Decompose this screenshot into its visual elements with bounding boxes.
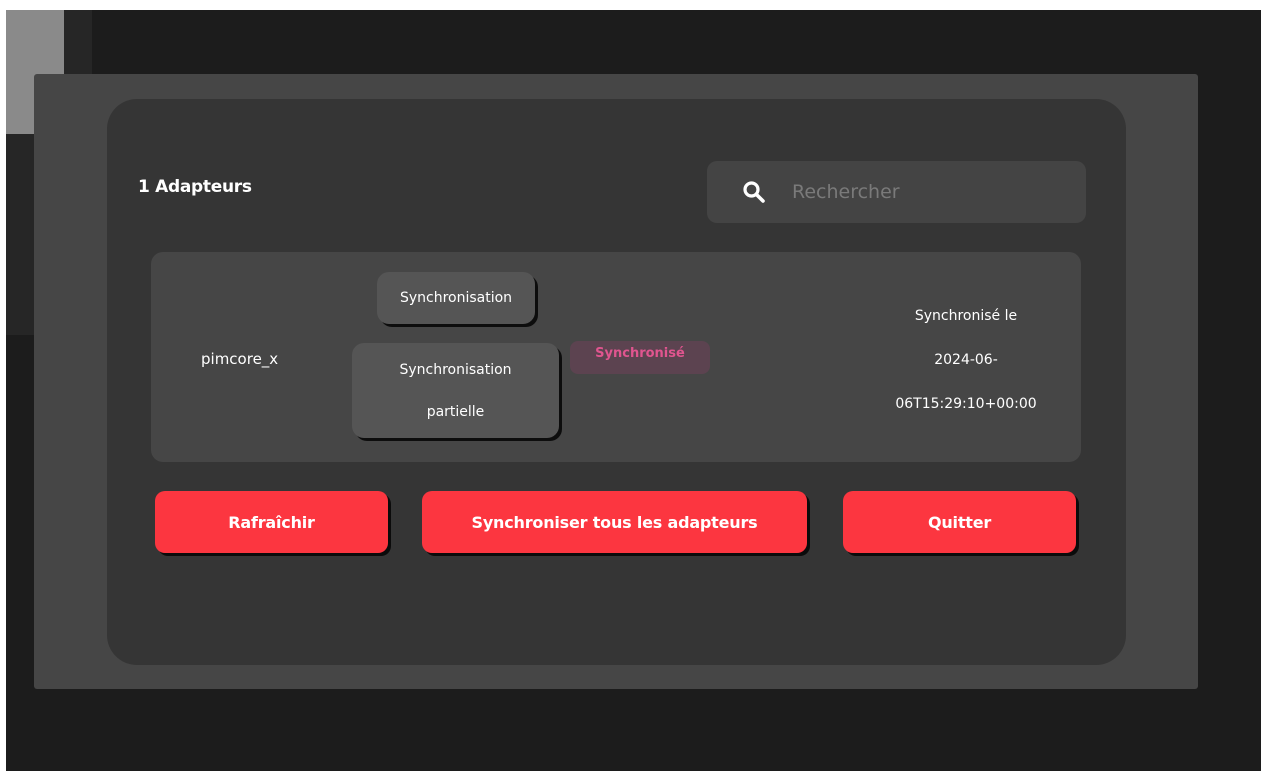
search-icon	[743, 181, 765, 203]
adapter-name: pimcore_x	[201, 350, 279, 368]
adapter-row: pimcore_x Synchronisation Synchronisatio…	[151, 252, 1081, 462]
sync-date-line3: 06T15:29:10+00:00	[895, 396, 1037, 412]
partial-sync-label-line2: partielle	[426, 403, 485, 420]
status-badge: Synchronisé	[570, 341, 710, 374]
adapter-count-title: 1 Adapteurs	[138, 177, 252, 197]
quit-button[interactable]: Quitter	[843, 491, 1076, 553]
search-box[interactable]	[707, 161, 1086, 223]
refresh-button[interactable]: Rafraîchir	[155, 491, 388, 553]
sync-date-line1: Synchronisé le	[914, 308, 1018, 324]
sync-button[interactable]: Synchronisation	[377, 272, 535, 324]
sync-date: Synchronisé le 2024-06- 06T15:29:10+00:0…	[886, 294, 1046, 426]
partial-sync-button[interactable]: Synchronisation partielle	[352, 343, 559, 438]
sync-all-adapters-button[interactable]: Synchroniser tous les adapteurs	[422, 491, 807, 553]
search-input[interactable]	[792, 177, 1062, 207]
sync-date-line2: 2024-06-	[934, 352, 998, 368]
partial-sync-label-line1: Synchronisation	[399, 361, 512, 378]
